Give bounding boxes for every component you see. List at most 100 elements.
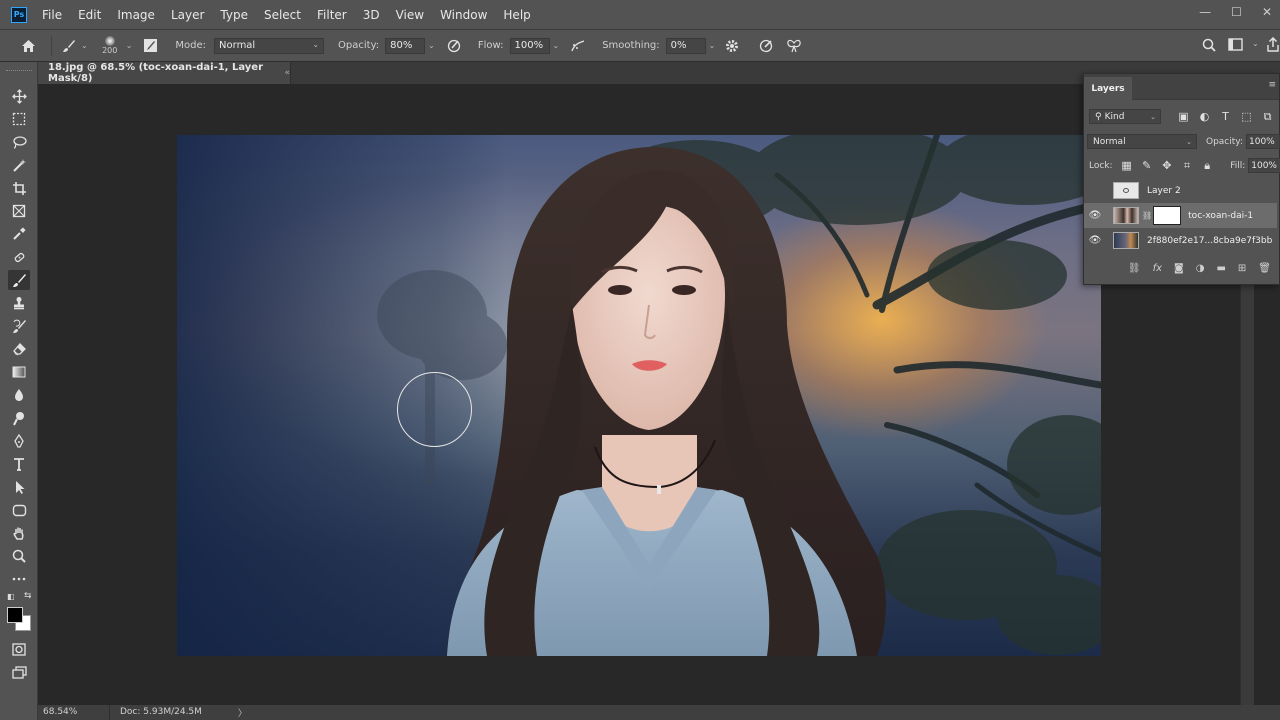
type-tool-icon[interactable] (8, 454, 30, 474)
swap-colors-icon[interactable]: ⇆ (24, 591, 32, 601)
symmetry-butterfly-icon[interactable] (784, 39, 804, 53)
close-button[interactable]: ✕ (1262, 5, 1272, 19)
foreground-color-swatch[interactable] (7, 607, 23, 623)
home-icon[interactable] (17, 39, 39, 53)
default-colors-icon[interactable]: ◧ (7, 592, 15, 601)
status-menu-arrow-icon[interactable]: 〉 (238, 706, 247, 719)
trash-icon[interactable]: 🗑︎ (1258, 263, 1271, 274)
magic-wand-icon[interactable] (8, 155, 30, 175)
link-layers-icon[interactable]: ⛓︎ (1128, 263, 1141, 274)
zoom-tool-icon[interactable] (8, 546, 30, 566)
close-tab-icon[interactable]: « (284, 68, 290, 78)
menu-file[interactable]: File (34, 0, 70, 30)
photoshop-logo[interactable]: Ps (11, 6, 27, 23)
history-brush-icon[interactable] (8, 316, 30, 336)
menu-view[interactable]: View (388, 0, 432, 30)
screen-mode-icon[interactable] (8, 662, 30, 682)
layer-row[interactable]: Layer 2 (1084, 178, 1277, 203)
pressure-size-icon[interactable] (756, 39, 776, 53)
fx-icon[interactable]: fx (1153, 263, 1162, 274)
chevron-down-icon[interactable]: ⌄ (126, 41, 133, 50)
opacity-input[interactable]: 80% (385, 37, 426, 54)
brush-tool-icon[interactable] (8, 270, 30, 290)
chevron-down-icon[interactable]: ⌄ (709, 41, 716, 50)
smoothing-input[interactable]: 0% (665, 37, 706, 54)
brush-size-picker[interactable]: 200 (97, 36, 123, 55)
menu-image[interactable]: Image (109, 0, 163, 30)
share-icon[interactable] (1266, 37, 1280, 52)
layer-mask-thumbnail[interactable] (1153, 206, 1182, 225)
maximize-button[interactable]: ☐ (1231, 5, 1242, 19)
eraser-icon[interactable] (8, 339, 30, 359)
menu-3d[interactable]: 3D (355, 0, 388, 30)
layer-row-selected[interactable]: 👁︎ ⛓︎ toc-xoan-dai-1 (1084, 203, 1277, 228)
eye-icon[interactable]: 👁︎ (1084, 210, 1106, 221)
clone-stamp-icon[interactable] (8, 293, 30, 313)
mode-select[interactable]: Normal ⌄ (214, 37, 325, 54)
menu-window[interactable]: Window (432, 0, 495, 30)
filter-shape-icon[interactable]: ⬚ (1236, 110, 1257, 123)
document-canvas[interactable] (177, 135, 1101, 656)
chevron-down-icon[interactable]: ⌄ (1252, 39, 1259, 48)
filter-type-icon[interactable]: T (1215, 110, 1236, 123)
chevron-down-icon[interactable]: ⌄ (428, 41, 435, 50)
quick-mask-icon[interactable] (8, 639, 30, 659)
brush-settings-panel-icon[interactable] (141, 38, 159, 53)
lock-artboard-icon[interactable]: ⌗ (1177, 159, 1197, 173)
chevron-down-icon[interactable]: ⌄ (81, 41, 88, 50)
document-tab[interactable]: 18.jpg @ 68.5% (toc-xoan-dai-1, Layer Ma… (38, 62, 291, 84)
fill-input[interactable]: 100% (1248, 158, 1280, 173)
more-tools-icon[interactable] (8, 569, 30, 589)
filter-pixel-icon[interactable]: ▣ (1173, 110, 1194, 123)
menu-select[interactable]: Select (256, 0, 309, 30)
lock-all-icon[interactable]: 🔒︎ (1197, 159, 1217, 173)
airbrush-icon[interactable] (568, 39, 588, 53)
gear-icon[interactable] (722, 39, 742, 53)
workspace-icon[interactable] (1227, 38, 1243, 51)
folder-icon[interactable]: ▬ (1216, 263, 1225, 274)
eyedropper-icon[interactable] (8, 224, 30, 244)
marquee-tool-icon[interactable] (8, 109, 30, 129)
layer-blend-mode-select[interactable]: Normal ⌄ (1087, 134, 1197, 149)
pen-tool-icon[interactable] (8, 431, 30, 451)
filter-smart-object-icon[interactable]: ⧉ (1257, 110, 1278, 124)
lock-transparent-icon[interactable]: ▦ (1117, 159, 1137, 172)
healing-brush-icon[interactable] (8, 247, 30, 267)
menu-type[interactable]: Type (212, 0, 256, 30)
zoom-level[interactable]: 68.54% (38, 705, 110, 720)
path-selection-icon[interactable] (8, 477, 30, 497)
frame-tool-icon[interactable] (8, 201, 30, 221)
gradient-tool-icon[interactable] (8, 362, 30, 382)
filter-adjustment-icon[interactable]: ◐ (1194, 110, 1215, 123)
crop-tool-icon[interactable] (8, 178, 30, 198)
new-layer-icon[interactable]: ⊞ (1238, 263, 1246, 274)
adjustment-layer-icon[interactable]: ◑ (1196, 263, 1205, 274)
canvas-area[interactable] (38, 84, 1240, 705)
menu-edit[interactable]: Edit (70, 0, 109, 30)
layer-kind-filter[interactable]: ⚲ Kind ⌄ (1089, 109, 1161, 124)
layer-row[interactable]: 👁︎ 2f880ef2e17...8cba9e7f3bb (1084, 228, 1277, 253)
menu-help[interactable]: Help (495, 0, 538, 30)
panel-menu-icon[interactable]: ≡ (1268, 80, 1276, 90)
search-icon[interactable] (1201, 38, 1217, 52)
menu-filter[interactable]: Filter (309, 0, 355, 30)
eye-icon[interactable]: 👁︎ (1084, 235, 1106, 246)
layer-opacity-input[interactable]: 100% (1246, 134, 1280, 149)
brush-preset-icon[interactable] (60, 39, 78, 53)
chevron-down-icon[interactable]: ⌄ (553, 41, 560, 50)
layers-tab[interactable]: Layers (1084, 77, 1132, 100)
lock-pixels-icon[interactable]: ✎ (1137, 159, 1157, 172)
move-tool-icon[interactable] (8, 86, 30, 106)
menu-layer[interactable]: Layer (163, 0, 212, 30)
toolbox-grip[interactable] (6, 70, 32, 72)
dodge-tool-icon[interactable] (8, 408, 30, 428)
hand-tool-icon[interactable] (8, 523, 30, 543)
pressure-opacity-icon[interactable] (444, 39, 464, 53)
blur-tool-icon[interactable] (8, 385, 30, 405)
link-icon[interactable]: ⛓︎ (1142, 211, 1152, 220)
rectangle-tool-icon[interactable] (8, 500, 30, 520)
add-mask-icon[interactable]: ◙ (1174, 263, 1184, 274)
lasso-tool-icon[interactable] (8, 132, 30, 152)
flow-input[interactable]: 100% (509, 37, 550, 54)
minimize-button[interactable]: — (1199, 5, 1211, 19)
